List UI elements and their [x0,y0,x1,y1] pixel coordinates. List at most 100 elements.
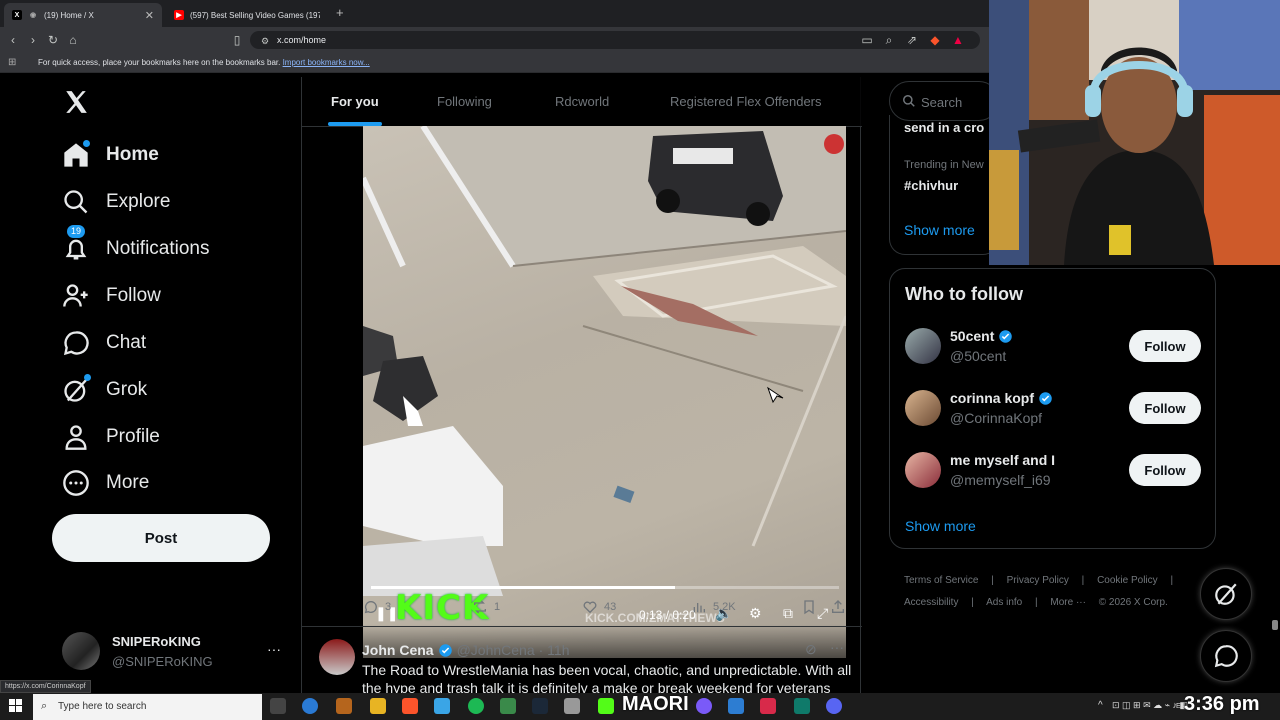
nav-profile[interactable]: Profile [62,421,160,453]
follow-suggestion[interactable]: 50cent @50cent Follow [905,328,1205,368]
close-tab-icon[interactable]: ✕ [145,9,154,22]
chat-floating-button[interactable] [1200,630,1252,682]
discord-icon[interactable] [696,698,712,714]
video-player[interactable]: KICK KICK.COM/ZMATTHEWS 0:13 / 0:20 ❚❚ 🔈… [363,126,846,658]
home-icon [62,140,90,169]
follow-button[interactable]: Follow [1129,454,1201,486]
nav-more[interactable]: More [62,467,149,499]
tweet-author-handle[interactable]: @JohnCena [457,642,535,658]
post-button[interactable]: Post [52,514,270,562]
tab-following[interactable]: Following [437,94,492,109]
bookmarks-bar: ⊞ For quick access, place your bookmarks… [0,53,990,73]
like-button[interactable]: 43 [582,599,616,615]
footer-terms-link[interactable]: Terms of Service [904,575,978,586]
verified-badge-icon [1038,391,1053,406]
nav-grok[interactable]: Grok [62,374,147,406]
avatar[interactable] [905,452,941,488]
reload-icon[interactable]: ↻ [46,33,60,47]
account-switcher[interactable]: SNIPERoKING @SNIPERoKING ··· [62,632,287,672]
profile-icon [62,423,90,451]
nav-home[interactable]: Home [62,139,159,171]
tab-x-home[interactable]: X ◉ (19) Home / X ✕ [4,3,162,27]
home-page-icon[interactable]: ⌂ [66,33,80,47]
footer-ads-link[interactable]: Ads info [986,597,1022,608]
app-icon[interactable] [760,698,776,714]
tab-rdcworld[interactable]: Rdcworld [555,94,609,109]
who-to-follow-show-more-link[interactable]: Show more [905,518,976,534]
footer-more-link[interactable]: More ··· [1050,597,1086,608]
app-icon[interactable] [794,698,810,714]
nav-label: Follow [106,285,161,306]
follow-button[interactable]: Follow [1129,392,1201,424]
app-icon[interactable] [336,698,352,714]
footer-accessibility-link[interactable]: Accessibility [904,597,958,608]
trend-hashtag[interactable]: #chivhur [904,178,958,193]
mouse-cursor [767,386,784,404]
spotify-icon[interactable] [468,698,484,714]
app-icon[interactable] [728,698,744,714]
follow-suggestion[interactable]: me myself and I @memyself_i69 Follow [905,452,1205,492]
bookmark-star-icon[interactable]: ▯ [230,33,244,47]
repost-button[interactable]: 1 [472,599,500,615]
tweet-time[interactable]: · 11h [539,642,570,658]
tweet[interactable]: John Cena @JohnCena · 11h ⊘ ··· The Road… [302,627,862,697]
account-more-icon[interactable]: ··· [267,641,281,657]
trends-show-more-link[interactable]: Show more [904,222,975,238]
tweet-author-name[interactable]: John Cena [362,642,434,658]
taskbar-clock[interactable]: 3:36 pm [1184,693,1260,716]
cast-icon[interactable]: ▭ [860,33,874,47]
notification-badge: 19 [67,225,86,238]
nav-notifications[interactable]: 19 Notifications [62,225,210,265]
camera-icon[interactable] [564,698,580,714]
back-icon[interactable]: ‹ [6,33,20,47]
site-info-icon[interactable]: ⚙ [258,34,272,48]
audio-icon: ◉ [29,12,37,19]
reply-button[interactable]: 3 [363,599,391,615]
share-button[interactable] [830,599,846,615]
tweet-more-icon[interactable]: ··· [830,639,844,655]
apps-grid-icon[interactable]: ⊞ [8,57,16,68]
nav-follow[interactable]: Follow [62,280,161,312]
avatar[interactable] [319,639,355,675]
tab-registered-flex-offenders[interactable]: Registered Flex Offenders [670,94,822,109]
tweet-header: John Cena @JohnCena · 11h [362,642,570,658]
views-button[interactable]: 5.2K [691,599,736,615]
bookmark-button[interactable] [801,599,817,615]
scrollbar-thumb[interactable] [1272,620,1278,630]
taskbar-search-input[interactable]: Type here to search [33,694,262,720]
tab-for-you[interactable]: For you [331,94,379,109]
x-logo-icon[interactable] [63,89,89,115]
grok-floating-button[interactable] [1200,568,1252,620]
nav-explore[interactable]: Explore [62,186,170,218]
app-icon[interactable] [500,698,516,714]
tab-youtube[interactable]: ▶ (597) Best Selling Video Games (197 [166,3,331,27]
zoom-icon[interactable]: ⌕ [882,33,896,47]
follow-suggestion[interactable]: corinna kopf @CorinnaKopf Follow [905,390,1205,430]
tray-chevron-icon[interactable]: ^ [1098,700,1103,711]
import-bookmarks-link[interactable]: Import bookmarks now... [283,58,370,67]
store-icon[interactable] [434,698,450,714]
webcam-feed [989,0,1280,265]
kick-icon[interactable] [598,698,614,714]
nav-chat[interactable]: Chat [62,327,146,359]
share-icon[interactable]: ⇗ [905,33,919,47]
file-explorer-icon[interactable] [370,698,386,714]
avatar[interactable] [905,328,941,364]
forward-icon[interactable]: › [26,33,40,47]
brave-icon[interactable] [402,698,418,714]
grok-explain-icon[interactable]: ⊘ [805,641,817,658]
footer-privacy-link[interactable]: Privacy Policy [1007,575,1069,586]
follow-button[interactable]: Follow [1129,330,1201,362]
trend-partial[interactable]: send in a cro [904,120,984,135]
brave-rewards-icon[interactable]: ▲ [951,33,965,47]
new-tab-icon[interactable]: + [336,5,344,20]
footer-cookie-link[interactable]: Cookie Policy [1097,575,1158,586]
edge-icon[interactable] [302,698,318,714]
windows-start-icon[interactable] [9,699,23,713]
obs-icon[interactable] [826,698,842,714]
task-view-icon[interactable] [270,698,286,714]
steam-icon[interactable] [532,698,548,714]
brave-shield-icon[interactable]: ◆ [928,33,942,47]
nav-label: More [106,472,150,493]
avatar[interactable] [905,390,941,426]
